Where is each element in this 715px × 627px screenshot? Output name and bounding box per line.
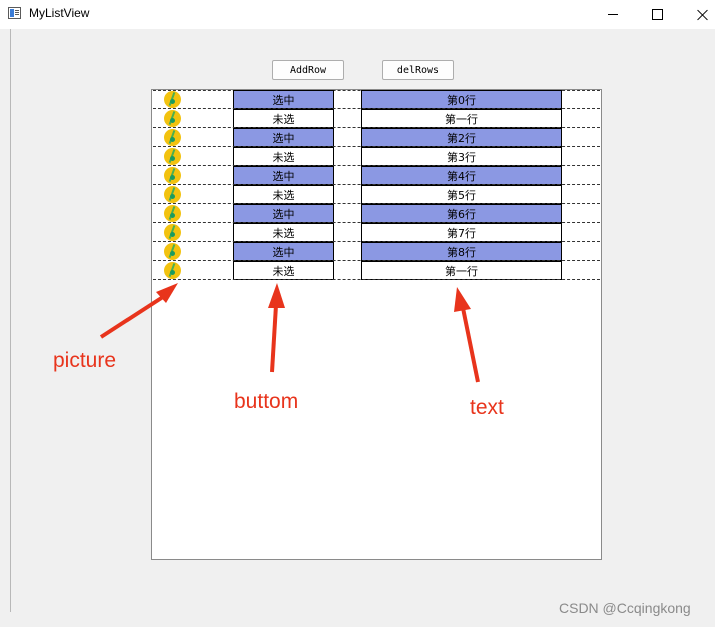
left-edge-divider: [10, 29, 11, 612]
list-item[interactable]: 未选 第5行: [153, 185, 600, 204]
row-text: 第5行: [361, 185, 562, 204]
app-window-icon: [8, 7, 21, 19]
row-text: 第一行: [361, 261, 562, 280]
row-picture-icon: [164, 148, 181, 165]
row-picture-icon: [164, 205, 181, 222]
close-icon: [697, 9, 709, 21]
row-select-button[interactable]: 选中: [233, 90, 334, 109]
row-picture-icon: [164, 262, 181, 279]
maximize-button[interactable]: [634, 0, 680, 29]
row-text: 第2行: [361, 128, 562, 147]
row-select-button[interactable]: 未选: [233, 109, 334, 128]
list-item[interactable]: 选中 第8行: [153, 242, 600, 261]
row-picture-icon: [164, 224, 181, 241]
list-item[interactable]: 未选 第7行: [153, 223, 600, 242]
row-picture-icon: [164, 167, 181, 184]
watermark: CSDN @Ccqingkong: [559, 600, 691, 616]
row-select-button[interactable]: 选中: [233, 204, 334, 223]
title-bar: MyListView: [0, 0, 715, 29]
list-item[interactable]: 选中 第4行: [153, 166, 600, 185]
text-annotation-label: text: [470, 396, 504, 419]
row-picture-icon: [164, 91, 181, 108]
row-select-button[interactable]: 未选: [233, 185, 334, 204]
row-picture-icon: [164, 110, 181, 127]
list-item[interactable]: 选中 第6行: [153, 204, 600, 223]
add-row-button[interactable]: AddRow: [272, 60, 344, 80]
row-select-button[interactable]: 未选: [233, 223, 334, 242]
row-picture-icon: [164, 129, 181, 146]
del-rows-button[interactable]: delRows: [382, 60, 454, 80]
list-item[interactable]: 未选 第一行: [153, 109, 600, 128]
minimize-button[interactable]: [590, 0, 636, 29]
buttom-annotation-label: buttom: [234, 390, 299, 413]
list-item[interactable]: 未选 第3行: [153, 147, 600, 166]
row-select-button[interactable]: 选中: [233, 242, 334, 261]
row-picture-icon: [164, 243, 181, 260]
row-select-button[interactable]: 选中: [233, 166, 334, 185]
row-text: 第6行: [361, 204, 562, 223]
row-divider: [153, 279, 600, 280]
list-item[interactable]: 未选 第一行: [153, 261, 600, 280]
picture-annotation-label: picture: [53, 349, 117, 372]
row-select-button[interactable]: 选中: [233, 128, 334, 147]
row-text: 第0行: [361, 90, 562, 109]
maximize-icon: [651, 9, 663, 20]
close-button[interactable]: [680, 0, 715, 29]
row-text: 第8行: [361, 242, 562, 261]
row-text: 第7行: [361, 223, 562, 242]
row-select-button[interactable]: 未选: [233, 261, 334, 280]
minimize-icon: [608, 14, 618, 15]
row-text: 第一行: [361, 109, 562, 128]
row-select-button[interactable]: 未选: [233, 147, 334, 166]
list-view[interactable]: 选中 第0行 未选 第一行 选中 第2行 未选 第3行 选中 第4行 未选 第5行 选中 第6行 未选 第7行…: [151, 89, 602, 560]
window-title: MyListView: [29, 6, 90, 20]
list-item[interactable]: 选中 第2行: [153, 128, 600, 147]
row-text: 第3行: [361, 147, 562, 166]
row-picture-icon: [164, 186, 181, 203]
list-item[interactable]: 选中 第0行: [153, 90, 600, 109]
row-text: 第4行: [361, 166, 562, 185]
